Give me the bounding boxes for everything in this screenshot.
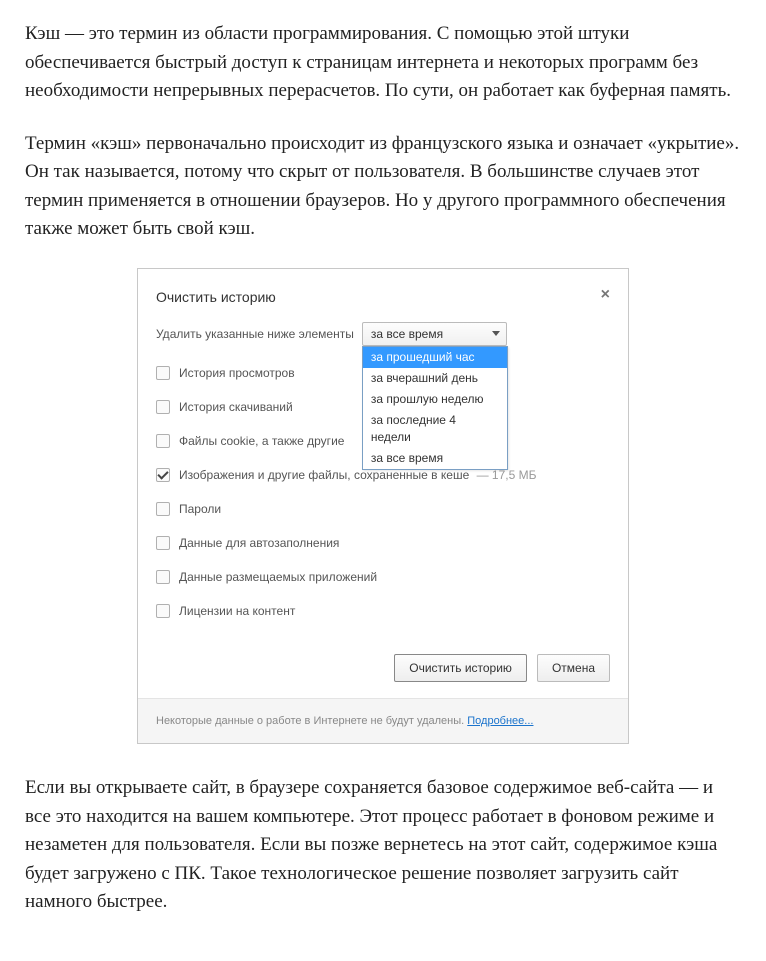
checkbox-row-passwords[interactable]: Пароли [156,492,610,526]
checkbox-icon[interactable] [156,468,170,482]
dropdown-selected-text: за все время [371,325,443,343]
clear-history-button[interactable]: Очистить историю [394,654,527,682]
checkbox-icon[interactable] [156,502,170,516]
checkbox-icon[interactable] [156,604,170,618]
cache-size-text: — 17,5 МБ [477,468,537,482]
dialog-footer: Некоторые данные о работе в Интернете не… [138,698,628,744]
dialog-header: Очистить историю × [138,269,628,316]
time-range-row: Удалить указанные ниже элементы за все в… [156,322,610,346]
article-paragraph-2: Термин «кэш» первоначально происходит из… [25,130,741,244]
clear-history-dialog: Очистить историю × Удалить указанные ниж… [137,268,629,745]
dropdown-option-past-hour[interactable]: за прошедший час [363,347,507,368]
dropdown-option-yesterday[interactable]: за вчерашний день [363,368,507,389]
footer-text: Некоторые данные о работе в Интернете не… [156,715,467,727]
checkbox-icon[interactable] [156,400,170,414]
dropdown-option-past-week[interactable]: за прошлую неделю [363,389,507,410]
dialog-wrapper: Очистить историю × Удалить указанные ниж… [25,268,741,745]
checkbox-icon[interactable] [156,570,170,584]
checkbox-icon[interactable] [156,536,170,550]
article-paragraph-1: Кэш — это термин из области программиров… [25,20,741,106]
chevron-down-icon [492,331,500,336]
dialog-actions: Очистить историю Отмена [138,640,628,698]
dropdown-option-all-time[interactable]: за все время [363,448,507,469]
checkbox-label: Лицензии на контент [179,602,295,620]
checkbox-row-autofill[interactable]: Данные для автозаполнения [156,526,610,560]
close-icon[interactable]: × [601,287,610,303]
checkbox-icon[interactable] [156,434,170,448]
dropdown-option-past-4-weeks[interactable]: за последние 4 недели [363,410,507,448]
checkbox-label-text: Изображения и другие файлы, сохраненные … [179,468,469,482]
time-range-dropdown[interactable]: за все время за прошедший час за вчерашн… [362,322,507,346]
checkbox-label: Данные для автозаполнения [179,534,339,552]
article-paragraph-3: Если вы открываете сайт, в браузере сохр… [25,774,741,917]
checkbox-label: Данные размещаемых приложений [179,568,377,586]
checkbox-row-hosted-app-data[interactable]: Данные размещаемых приложений [156,560,610,594]
checkbox-label: История скачиваний [179,398,293,416]
dropdown-button[interactable]: за все время [362,322,507,346]
checkbox-row-content-licenses[interactable]: Лицензии на контент [156,594,610,628]
dialog-title: Очистить историю [156,287,276,308]
dialog-body: Удалить указанные ниже элементы за все в… [138,316,628,640]
checkbox-icon[interactable] [156,366,170,380]
dropdown-list: за прошедший час за вчерашний день за пр… [362,346,508,470]
learn-more-link[interactable]: Подробнее... [467,715,533,727]
time-range-label: Удалить указанные ниже элементы [156,325,354,343]
checkbox-label: Файлы cookie, а также другие [179,432,344,450]
cancel-button[interactable]: Отмена [537,654,610,682]
checkbox-label: Пароли [179,500,221,518]
checkbox-label: История просмотров [179,364,295,382]
